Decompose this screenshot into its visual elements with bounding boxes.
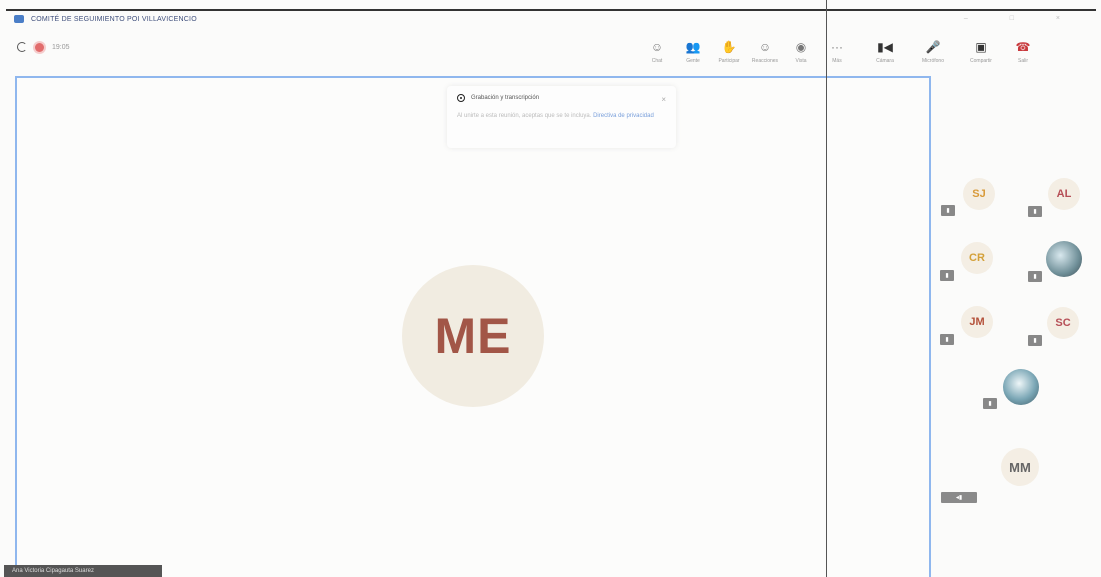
speaker-name-label: Ana Victoria Cipagauta Suarez bbox=[4, 565, 162, 577]
more-icon: ··· bbox=[831, 40, 843, 54]
participant-tile[interactable]: SC bbox=[1047, 307, 1079, 339]
view-icon: ◉ bbox=[795, 40, 807, 54]
camera-label: Cámara bbox=[876, 58, 894, 64]
window-title: COMITÉ DE SEGUIMIENTO POI VILLAVICENCIO bbox=[31, 15, 197, 23]
muted-mic-icon: ▮ bbox=[941, 205, 955, 216]
reactions-label: Reacciones bbox=[751, 58, 779, 64]
microphone-button[interactable]: 🎤 Micrófono bbox=[917, 39, 949, 64]
microphone-icon: 🎤 bbox=[925, 40, 941, 54]
more-label: Más bbox=[832, 58, 842, 64]
raise-hand-icon: ✋ bbox=[721, 40, 737, 54]
reactions-icon: ☺ bbox=[758, 40, 772, 54]
participant-avatar: SJ bbox=[963, 178, 995, 210]
participant-avatar: AL bbox=[1048, 178, 1080, 210]
recording-icon bbox=[35, 42, 44, 52]
refresh-icon[interactable] bbox=[17, 42, 27, 52]
leave-label: Salir bbox=[1017, 58, 1028, 64]
raise-hand-button[interactable]: ✋ Participar bbox=[713, 39, 745, 64]
raise-hand-label: Participar bbox=[718, 58, 740, 64]
main-speaker-avatar: ME bbox=[402, 265, 544, 407]
meeting-timer: 19:05 bbox=[52, 43, 70, 51]
notice-text: Al unirte a esta reunión, aceptas que se… bbox=[457, 113, 592, 119]
leave-icon: ☎ bbox=[1015, 40, 1031, 54]
muted-mic-icon: ▮ bbox=[940, 334, 954, 345]
share-icon: ▣ bbox=[975, 40, 987, 54]
privacy-policy-link[interactable]: Directiva de privacidad bbox=[593, 113, 654, 119]
view-button[interactable]: ◉ Vista bbox=[785, 39, 817, 64]
people-label: Gente bbox=[686, 58, 700, 64]
close-icon[interactable]: × bbox=[661, 95, 666, 104]
muted-mic-icon: ▮ bbox=[983, 398, 997, 409]
people-icon: 👥 bbox=[685, 40, 701, 54]
participant-avatar: MM bbox=[1001, 448, 1039, 486]
recording-notice: Grabación y transcripción × Al unirte a … bbox=[447, 86, 676, 148]
participant-tile[interactable] bbox=[1046, 241, 1082, 277]
title-bar: COMITÉ DE SEGUIMIENTO POI VILLAVICENCIO … bbox=[6, 9, 1096, 27]
chat-icon: ☺ bbox=[650, 40, 664, 54]
notice-title: Grabación y transcripción bbox=[471, 95, 540, 101]
meeting-status: 19:05 bbox=[17, 42, 70, 52]
muted-mic-icon: ▮ bbox=[1028, 335, 1042, 346]
camera-button[interactable]: ▮◀ Cámara bbox=[869, 39, 901, 64]
camera-icon: ▮◀ bbox=[877, 40, 893, 54]
window-controls[interactable]: – □ × bbox=[964, 15, 1080, 22]
muted-mic-icon: ▮ bbox=[940, 270, 954, 281]
audio-level-icon: ◂▮ bbox=[941, 492, 977, 503]
microphone-label: Micrófono bbox=[922, 58, 944, 64]
participant-tile[interactable]: CR bbox=[961, 242, 993, 274]
participant-photo bbox=[1003, 369, 1039, 405]
share-button[interactable]: ▣ Compartir bbox=[965, 39, 997, 64]
people-button[interactable]: 👥 Gente bbox=[677, 39, 709, 64]
participant-avatar: JM bbox=[961, 306, 993, 338]
participant-photo bbox=[1046, 241, 1082, 277]
chat-button[interactable]: ☺ Chat bbox=[641, 39, 673, 64]
share-label: Compartir bbox=[970, 58, 992, 64]
teams-app-icon bbox=[14, 15, 24, 23]
participant-avatar: CR bbox=[961, 242, 993, 274]
muted-mic-icon: ▮ bbox=[1028, 206, 1042, 217]
view-label: Vista bbox=[795, 58, 807, 64]
leave-button[interactable]: ☎ Salir bbox=[1007, 39, 1039, 64]
participant-avatar: SC bbox=[1047, 307, 1079, 339]
participant-tile[interactable]: AL bbox=[1048, 178, 1080, 210]
participant-tile[interactable] bbox=[1003, 369, 1039, 405]
main-video-stage[interactable]: Grabación y transcripción × Al unirte a … bbox=[15, 76, 931, 577]
participant-tile[interactable]: SJ bbox=[963, 178, 995, 210]
divider bbox=[826, 0, 827, 577]
participant-tile[interactable]: MM bbox=[1001, 448, 1039, 486]
chat-label: Chat bbox=[651, 58, 663, 64]
record-indicator-icon bbox=[457, 94, 465, 102]
participant-tile[interactable]: JM bbox=[961, 306, 993, 338]
notice-body: Al unirte a esta reunión, aceptas que se… bbox=[457, 112, 657, 120]
muted-mic-icon: ▮ bbox=[1028, 271, 1042, 282]
meeting-window: COMITÉ DE SEGUIMIENTO POI VILLAVICENCIO … bbox=[0, 0, 1101, 577]
meeting-toolbar: ☺ Chat 👥 Gente ✋ Participar ☺ Reacciones… bbox=[641, 39, 1043, 64]
reactions-button[interactable]: ☺ Reacciones bbox=[749, 39, 781, 64]
